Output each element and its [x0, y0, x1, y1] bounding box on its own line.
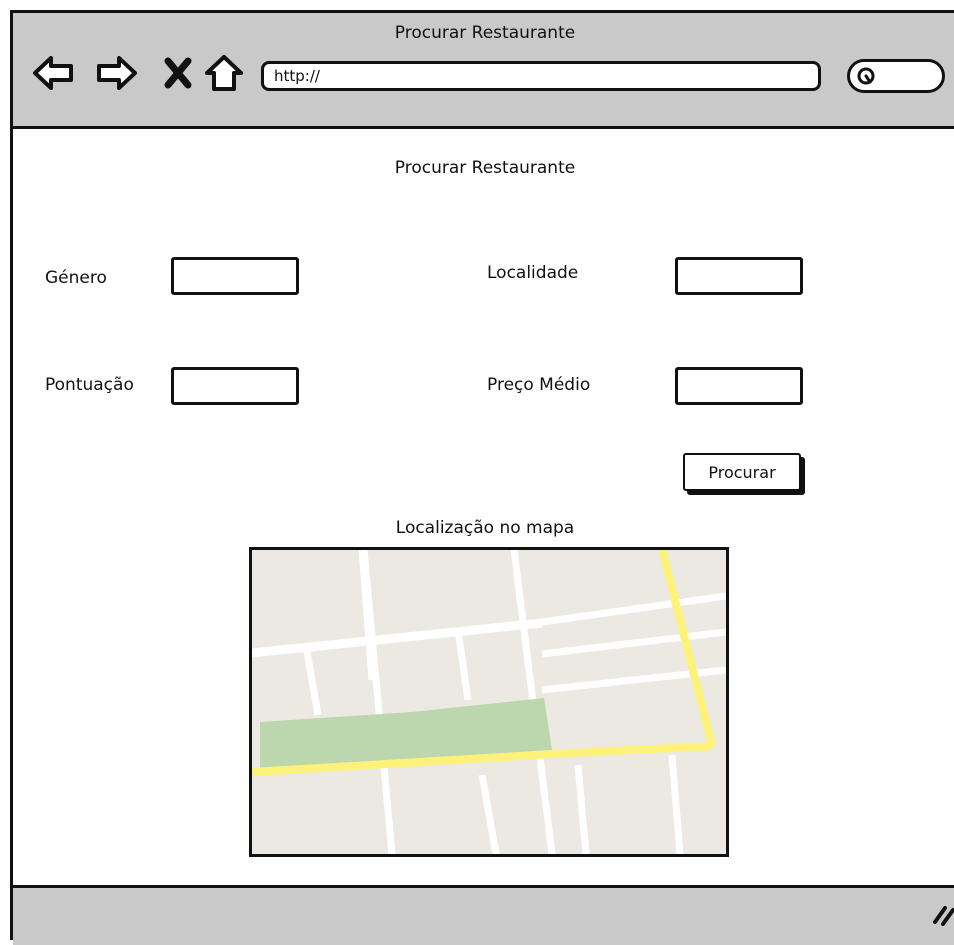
browser-toolbar: Procurar Restaurante http:// — [13, 13, 954, 129]
window-title: Procurar Restaurante — [394, 23, 576, 43]
resize-grip-icon[interactable] — [931, 900, 954, 926]
pontuacao-label: Pontuação — [45, 375, 134, 395]
map-view[interactable] — [249, 547, 729, 857]
map-graphic — [252, 550, 726, 854]
genero-input[interactable] — [171, 257, 299, 295]
localidade-input[interactable] — [675, 257, 803, 295]
forward-arrow-icon[interactable] — [95, 53, 137, 93]
url-bar[interactable]: http:// — [261, 61, 821, 91]
close-icon[interactable] — [163, 53, 203, 93]
search-icon — [856, 66, 878, 92]
preco-medio-input[interactable] — [675, 367, 803, 405]
home-icon[interactable] — [203, 53, 243, 93]
localidade-label: Localidade — [487, 263, 579, 283]
preco-medio-label: Preço Médio — [487, 375, 591, 395]
map-title: Localização no mapa — [395, 518, 575, 538]
page-title: Procurar Restaurante — [394, 158, 576, 178]
browser-search-box[interactable] — [847, 59, 945, 93]
pontuacao-input[interactable] — [171, 367, 299, 405]
status-bar — [13, 885, 954, 945]
genero-label: Género — [45, 268, 107, 288]
back-arrow-icon[interactable] — [31, 53, 73, 93]
browser-window: Procurar Restaurante http:// Procurar Re… — [10, 10, 954, 945]
procurar-button[interactable]: Procurar — [683, 453, 801, 491]
